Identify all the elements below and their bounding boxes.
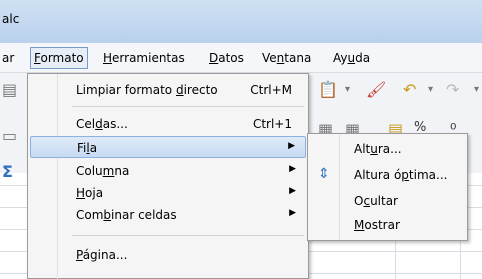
menu-datos[interactable]: Datos (209, 51, 244, 65)
chevron-right-icon: ▶ (288, 141, 295, 151)
menu-item-optimal-height[interactable]: ⇕ Altura óptima... (310, 162, 465, 186)
menu-item-clear-direct-formatting[interactable]: Limpiar formato directo Ctrl+M (30, 79, 306, 101)
redo-icon[interactable]: ↷ (446, 80, 459, 99)
menu-item-show[interactable]: Mostrar (310, 212, 465, 236)
title-bar: alc (0, 0, 482, 43)
sum-icon[interactable]: Σ (2, 162, 13, 181)
menu-herramientas[interactable]: Herramientas (103, 51, 185, 65)
chevron-down-icon[interactable]: ▾ (474, 84, 479, 95)
chevron-down-icon[interactable]: ▾ (345, 84, 350, 95)
menu-item-row[interactable]: Fila ▶ (30, 136, 306, 158)
menu-item-height[interactable]: Altura... (310, 136, 465, 160)
name-box-icon[interactable]: ▭ (2, 126, 17, 145)
format-menu: Limpiar formato directo Ctrl+M Celdas...… (27, 73, 309, 279)
menu-separator (72, 235, 304, 236)
menu-formato[interactable]: Formato (30, 47, 88, 69)
menu-ayuda[interactable]: Ayuda (333, 51, 370, 65)
menu-item-column[interactable]: Columna ▶ (30, 160, 306, 182)
print-icon[interactable]: ▤ (2, 80, 17, 99)
menu-item-page[interactable]: Página... (30, 244, 306, 266)
chevron-right-icon: ▶ (289, 208, 296, 218)
chevron-right-icon: ▶ (289, 164, 296, 174)
window-title: alc (2, 12, 20, 26)
menu-item-sheet[interactable]: Hoja ▶ (30, 182, 306, 204)
menu-ventana[interactable]: Ventana (262, 51, 311, 65)
paste-icon[interactable]: 📋 (318, 80, 338, 99)
menu-item-merge-cells[interactable]: Combinar celdas ▶ (30, 204, 306, 226)
menu-item-cells[interactable]: Celdas... Ctrl+1 (30, 113, 306, 135)
chevron-right-icon: ▶ (289, 186, 296, 196)
shortcut-label: Ctrl+1 (252, 117, 292, 131)
menu-bar: ar Formato Herramientas Datos Ventana Ay… (0, 43, 482, 73)
chevron-down-icon[interactable]: ▾ (428, 84, 433, 95)
row-submenu: Altura... ⇕ Altura óptima... Ocultar Mos… (307, 133, 468, 241)
menu-separator (72, 106, 304, 107)
clone-format-icon[interactable]: 🖌 (366, 80, 386, 99)
menu-ver[interactable]: ar (2, 51, 14, 65)
shortcut-label: Ctrl+M (250, 83, 292, 97)
undo-icon[interactable]: ↶ (403, 80, 416, 99)
menu-item-hide[interactable]: Ocultar (310, 188, 465, 212)
row-height-icon: ⇕ (318, 166, 330, 182)
